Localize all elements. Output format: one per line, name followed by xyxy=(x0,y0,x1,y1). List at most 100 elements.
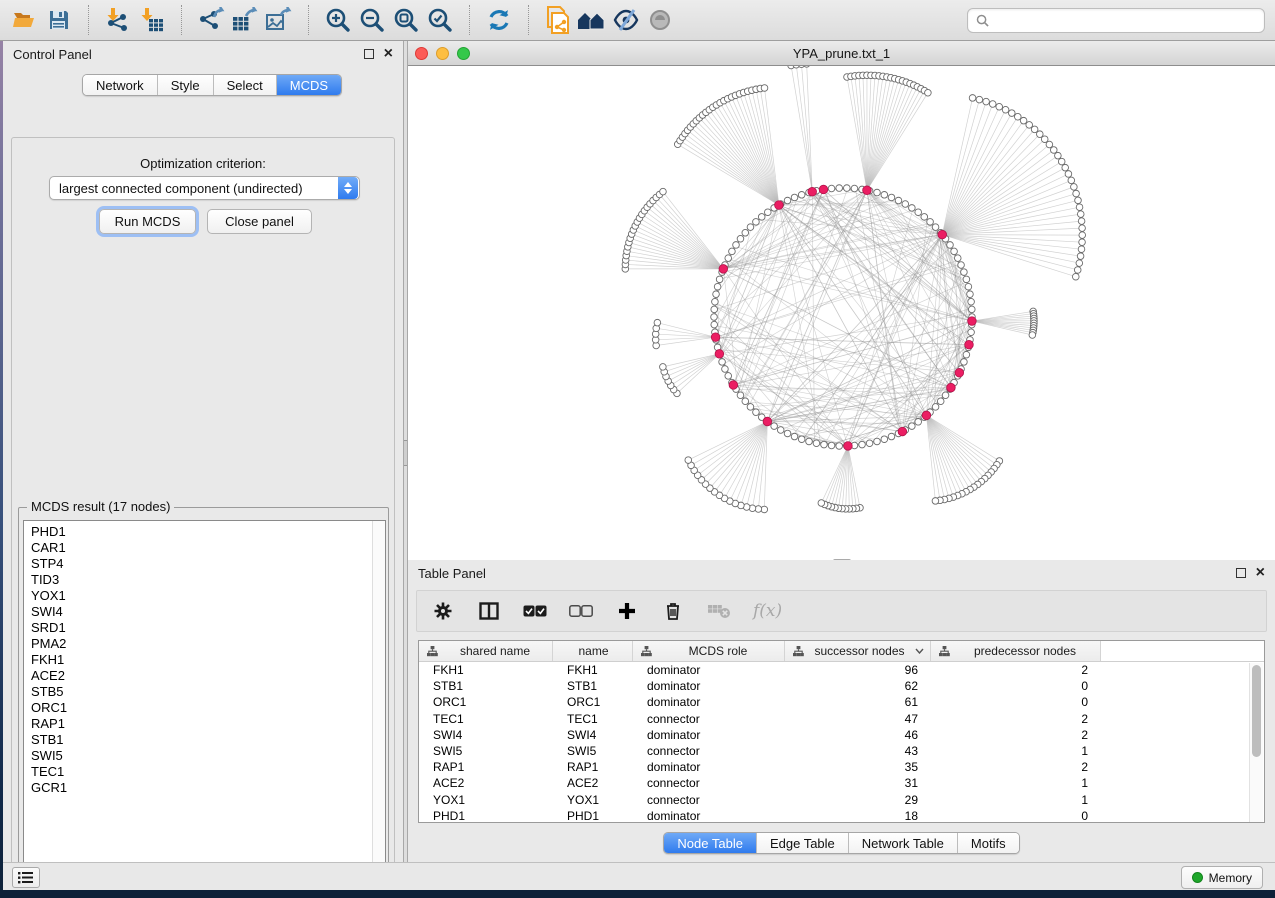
float-panel-icon[interactable] xyxy=(364,49,374,59)
table-cell[interactable]: 31 xyxy=(785,775,931,791)
graph-node[interactable] xyxy=(851,185,858,192)
table-cell[interactable]: 96 xyxy=(785,662,931,678)
graph-mcds-node[interactable] xyxy=(719,265,728,274)
zoom-selected-icon[interactable] xyxy=(423,3,457,37)
graph-node[interactable] xyxy=(1072,273,1079,280)
graph-node[interactable] xyxy=(915,419,922,426)
run-mcds-button[interactable]: Run MCDS xyxy=(99,209,196,234)
graph-node[interactable] xyxy=(753,219,760,226)
graph-node[interactable] xyxy=(921,214,928,221)
graph-node[interactable] xyxy=(932,404,939,411)
graph-node[interactable] xyxy=(1076,260,1083,267)
deselect-all-icon[interactable] xyxy=(569,599,593,623)
graph-node[interactable] xyxy=(1062,164,1069,171)
column-header-name[interactable]: name xyxy=(553,641,633,661)
graph-mcds-node[interactable] xyxy=(938,230,947,239)
graph-node[interactable] xyxy=(954,255,961,262)
graph-node[interactable] xyxy=(1014,113,1021,120)
graph-mcds-node[interactable] xyxy=(729,381,738,390)
save-session-icon[interactable] xyxy=(42,3,76,37)
tab-network-table[interactable]: Network Table xyxy=(848,833,957,853)
graph-node[interactable] xyxy=(1068,177,1075,184)
table-cell[interactable]: 0 xyxy=(931,678,1101,694)
graph-node[interactable] xyxy=(961,269,968,276)
mcds-result-item[interactable]: CAR1 xyxy=(24,540,372,556)
graph-node[interactable] xyxy=(866,440,873,447)
graph-node[interactable] xyxy=(771,423,778,430)
table-cell[interactable]: PHD1 xyxy=(419,808,553,824)
network-graph[interactable] xyxy=(408,66,1275,560)
table-row[interactable]: ACE2ACE2connector311 xyxy=(419,775,1264,791)
graph-node[interactable] xyxy=(711,321,718,328)
graph-mcds-node[interactable] xyxy=(965,340,974,349)
graph-node[interactable] xyxy=(758,214,765,221)
table-cell[interactable]: PHD1 xyxy=(553,808,633,824)
mcds-result-item[interactable]: PMA2 xyxy=(24,636,372,652)
graph-node[interactable] xyxy=(1078,246,1085,253)
graph-node[interactable] xyxy=(791,194,798,201)
clone-network-icon[interactable] xyxy=(541,3,575,37)
task-history-button[interactable] xyxy=(12,867,40,888)
mcds-result-item[interactable]: RAP1 xyxy=(24,716,372,732)
graph-node[interactable] xyxy=(881,191,888,198)
table-row[interactable]: ORC1ORC1dominator610 xyxy=(419,694,1264,710)
show-columns-icon[interactable] xyxy=(477,599,501,623)
graph-node[interactable] xyxy=(942,392,949,399)
table-row[interactable]: RAP1RAP1dominator352 xyxy=(419,759,1264,775)
graph-node[interactable] xyxy=(909,205,916,212)
table-cell[interactable]: 0 xyxy=(931,808,1101,824)
graph-node[interactable] xyxy=(737,392,744,399)
graph-node[interactable] xyxy=(963,276,970,283)
tab-network[interactable]: Network xyxy=(83,75,157,95)
graph-node[interactable] xyxy=(1020,117,1027,124)
mcds-result-item[interactable]: PHD1 xyxy=(24,524,372,540)
graph-node[interactable] xyxy=(821,441,828,448)
graph-node[interactable] xyxy=(777,427,784,434)
mcds-result-item[interactable]: STB1 xyxy=(24,732,372,748)
graph-mcds-node[interactable] xyxy=(711,333,720,342)
open-session-icon[interactable] xyxy=(8,3,42,37)
tab-style[interactable]: Style xyxy=(157,75,213,95)
table-cell[interactable]: 2 xyxy=(931,662,1101,678)
table-scrollbar[interactable] xyxy=(1249,663,1263,822)
table-scrollbar-thumb[interactable] xyxy=(1252,665,1261,757)
graph-node[interactable] xyxy=(844,185,851,192)
graph-node[interactable] xyxy=(1077,253,1084,260)
graph-mcds-node[interactable] xyxy=(863,186,872,195)
table-row[interactable]: SWI4SWI4dominator462 xyxy=(419,727,1264,743)
graph-node[interactable] xyxy=(725,373,732,380)
graph-node[interactable] xyxy=(1058,158,1065,165)
mcds-list-scrollbar[interactable] xyxy=(372,521,385,875)
graph-node[interactable] xyxy=(836,185,843,192)
apply-layout-icon[interactable] xyxy=(482,3,516,37)
mcds-result-item[interactable]: ORC1 xyxy=(24,700,372,716)
graph-node[interactable] xyxy=(1055,152,1062,159)
table-settings-gear-icon[interactable] xyxy=(431,599,455,623)
table-cell[interactable]: TEC1 xyxy=(553,711,633,727)
graph-mcds-node[interactable] xyxy=(955,368,964,377)
zoom-fit-icon[interactable] xyxy=(389,3,423,37)
table-cell[interactable]: 2 xyxy=(931,759,1101,775)
graph-node[interactable] xyxy=(660,364,667,371)
table-cell[interactable]: dominator xyxy=(633,694,785,710)
table-cell[interactable]: SWI4 xyxy=(553,727,633,743)
graph-node[interactable] xyxy=(968,306,975,313)
graph-node[interactable] xyxy=(1046,141,1053,148)
table-cell[interactable]: connector xyxy=(633,743,785,759)
hide-selected-icon[interactable] xyxy=(609,3,643,37)
table-cell[interactable]: connector xyxy=(633,711,785,727)
graph-mcds-node[interactable] xyxy=(947,383,956,392)
graph-mcds-node[interactable] xyxy=(808,187,817,196)
graph-node[interactable] xyxy=(958,262,965,269)
graph-node[interactable] xyxy=(888,433,895,440)
table-cell[interactable]: dominator xyxy=(633,759,785,775)
table-cell[interactable]: YOX1 xyxy=(553,792,633,808)
table-cell[interactable]: connector xyxy=(633,775,785,791)
select-all-icon[interactable] xyxy=(523,599,547,623)
graph-node[interactable] xyxy=(1065,171,1072,178)
table-cell[interactable]: 18 xyxy=(785,808,931,824)
tab-mcds[interactable]: MCDS xyxy=(276,75,341,95)
graph-node[interactable] xyxy=(874,438,881,445)
graph-node[interactable] xyxy=(1079,239,1086,246)
search-input[interactable] xyxy=(995,13,1256,28)
